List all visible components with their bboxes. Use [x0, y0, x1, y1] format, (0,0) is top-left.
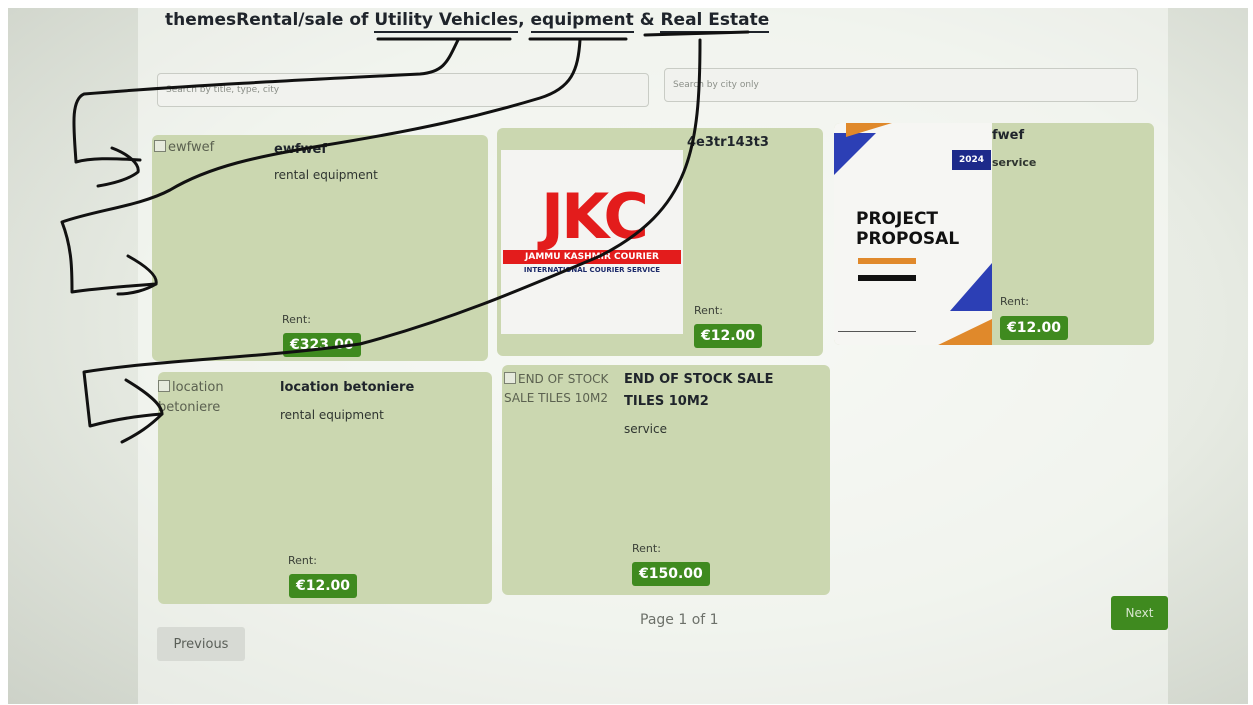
price-badge: €12.00 — [1000, 316, 1069, 340]
listing-card[interactable]: END OF STOCK SALE TILES 10M2 END OF STOC… — [502, 365, 830, 595]
listing-name[interactable]: ewfwef — [274, 139, 327, 161]
listing-card[interactable]: 2024 PROJECT PROPOSAL fwef service Rent: … — [834, 123, 1154, 345]
previous-button[interactable]: Previous — [157, 627, 245, 661]
decor-bar — [858, 275, 916, 281]
rent-label: Rent: — [282, 313, 311, 326]
logo-subtitle: INTERNATIONAL COURIER SERVICE — [523, 266, 661, 274]
listing-type: service — [624, 422, 667, 436]
broken-image-icon — [154, 140, 166, 152]
title-equipment: equipment — [530, 10, 634, 33]
rent-label: Rent: — [288, 554, 317, 567]
decor-shape — [834, 133, 876, 175]
proposal-year: 2024 — [952, 150, 992, 170]
rent-label: Rent: — [694, 304, 723, 317]
listing-type: rental equipment — [280, 408, 384, 422]
logo-band: JAMMU KASHMIR COURIER — [503, 250, 681, 264]
listing-name[interactable]: END OF STOCK SALE TILES 10M2 — [624, 369, 814, 413]
title-prefix: themesRental/sale of — [165, 10, 375, 30]
listing-card[interactable]: location betoniere location betoniere re… — [158, 372, 492, 604]
listing-image: location betoniere — [158, 372, 276, 604]
listing-image: ewfwef — [152, 135, 274, 361]
proposal-title: PROJECT PROPOSAL — [856, 209, 960, 250]
pagination-status: Page 1 of 1 — [640, 612, 719, 628]
price-badge: €12.00 — [694, 324, 763, 348]
broken-image-icon — [158, 380, 170, 392]
price-badge: €12.00 — [289, 574, 358, 598]
title-real-estate: Real Estate — [660, 10, 770, 33]
listing-name[interactable]: 4e3tr143t3 — [687, 132, 769, 154]
listing-card[interactable]: ewfwef ewfwef rental equipment Rent: €32… — [152, 135, 488, 361]
price-badge: €150.00 — [632, 562, 710, 586]
decor-bar — [858, 258, 916, 264]
listing-card[interactable]: JKC JAMMU KASHMIR COURIER INTERNATIONAL … — [497, 128, 823, 356]
search-input[interactable] — [157, 73, 649, 107]
rent-label: Rent: — [632, 542, 661, 555]
next-button[interactable]: Next — [1111, 596, 1168, 630]
decor-line — [838, 331, 916, 332]
title-separator: , — [518, 10, 531, 30]
listing-type: rental equipment — [274, 168, 378, 182]
listing-name[interactable]: fwef — [992, 125, 1024, 147]
city-search-input[interactable] — [664, 68, 1138, 102]
page-title: themesRental/sale of Utility Vehicles, e… — [165, 10, 770, 33]
image-alt-text: END OF STOCK SALE TILES 10M2 — [504, 372, 609, 405]
logo-text: JKC — [541, 180, 649, 253]
title-separator: & — [633, 10, 661, 30]
image-alt-text: ewfwef — [168, 140, 215, 155]
listing-name[interactable]: location betoniere — [280, 377, 414, 399]
listing-type: service — [992, 156, 1037, 169]
rent-label: Rent: — [1000, 295, 1029, 308]
decor-shape — [934, 319, 992, 345]
broken-image-icon — [504, 372, 516, 384]
title-utility-vehicles: Utility Vehicles — [374, 10, 519, 33]
decor-shape — [846, 123, 892, 137]
listing-image: JKC JAMMU KASHMIR COURIER INTERNATIONAL … — [501, 150, 683, 334]
decor-shape — [950, 263, 992, 311]
price-badge: €323.00 — [283, 333, 361, 357]
listing-image: END OF STOCK SALE TILES 10M2 — [502, 365, 622, 595]
listing-image: 2024 PROJECT PROPOSAL — [834, 123, 992, 345]
